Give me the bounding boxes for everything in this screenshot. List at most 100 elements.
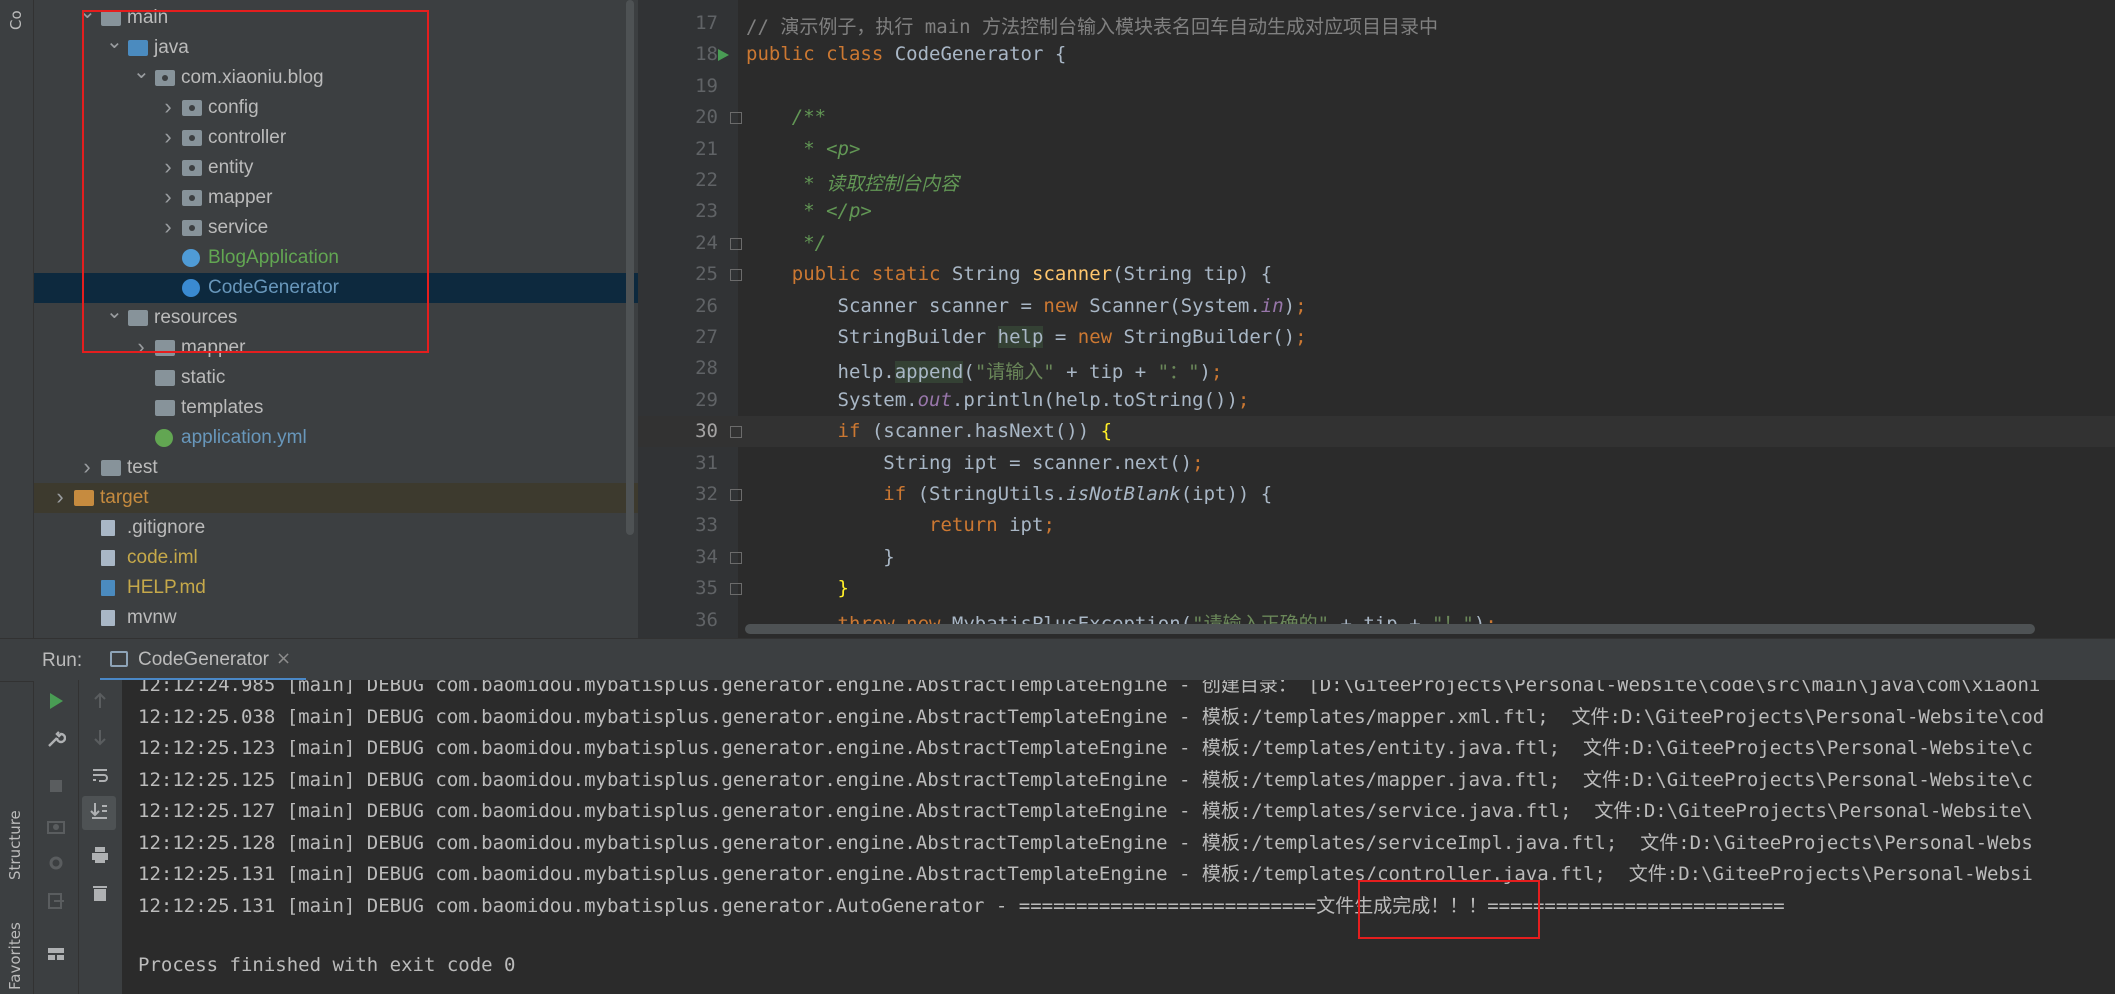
console-line: 12:12:25.038 [main] DEBUG com.baomidou.m… xyxy=(138,705,2045,728)
line-number: 28 xyxy=(695,357,718,380)
markdown-file-icon xyxy=(101,580,115,596)
rerun-icon[interactable] xyxy=(42,690,70,718)
code-line[interactable]: 35 } xyxy=(638,573,2115,604)
console-line: 12:12:25.125 [main] DEBUG com.baomidou.m… xyxy=(138,768,2033,791)
code-line[interactable]: 26 Scanner scanner = new Scanner(System.… xyxy=(638,291,2115,322)
tree-item-label: target xyxy=(100,487,149,508)
code-text: */ xyxy=(746,231,827,254)
soft-wrap-icon[interactable] xyxy=(86,764,114,792)
fold-marker-icon[interactable] xyxy=(730,269,742,282)
file-icon xyxy=(101,550,115,566)
code-line[interactable]: 22 * 读取控制台内容 xyxy=(638,165,2115,196)
print-icon[interactable] xyxy=(86,844,114,872)
console-line: 12:12:25.128 [main] DEBUG com.baomidou.m… xyxy=(138,831,2033,854)
tree-item-application-yml[interactable]: application.yml xyxy=(34,423,638,453)
tree-item-templates[interactable]: templates xyxy=(34,393,638,423)
up-arrow-icon[interactable] xyxy=(86,690,114,718)
chevron-right-icon[interactable]: › xyxy=(52,483,68,513)
code-line[interactable]: 17 // 演示例子，执行 main 方法控制台输入模块表名回车自动生成对应项目目… xyxy=(638,8,2115,39)
line-number: 21 xyxy=(695,137,718,160)
line-number: 19 xyxy=(695,74,718,97)
fold-marker-icon[interactable] xyxy=(730,112,742,125)
tree-item-static[interactable]: static xyxy=(34,363,638,393)
code-text: String ipt = scanner.next(); xyxy=(746,451,1204,474)
exit-icon[interactable] xyxy=(42,890,70,918)
code-line[interactable]: 23 * </p> xyxy=(638,196,2115,227)
code-line[interactable]: 34 } xyxy=(638,542,2115,573)
tree-item-target[interactable]: › target xyxy=(34,483,638,513)
console-line: 12:12:25.131 [main] DEBUG com.baomidou.m… xyxy=(138,863,2033,885)
fold-marker-icon[interactable] xyxy=(730,583,742,596)
code-line[interactable]: 32 if (StringUtils.isNotBlank(ipt)) { xyxy=(638,479,2115,510)
code-line[interactable]: 20 /** xyxy=(638,102,2115,133)
code-line[interactable]: 24 */ xyxy=(638,228,2115,259)
yml-file-icon xyxy=(155,429,173,447)
line-number: 35 xyxy=(695,577,718,600)
code-line[interactable]: 27 StringBuilder help = new StringBuilde… xyxy=(638,322,2115,353)
code-line[interactable]: 29 System.out.println(help.toString()); xyxy=(638,385,2115,416)
code-text: * </p> xyxy=(746,200,872,223)
code-text: if (StringUtils.isNotBlank(ipt)) { xyxy=(883,483,1273,505)
excluded-folder-icon xyxy=(74,490,94,506)
camera-icon[interactable] xyxy=(42,814,70,842)
code-line[interactable]: 31 String ipt = scanner.next(); xyxy=(638,448,2115,479)
code-text: if (scanner.hasNext()) { xyxy=(837,420,1113,443)
line-number: 26 xyxy=(695,294,718,317)
fold-marker-icon[interactable] xyxy=(730,426,742,439)
editor-horizontal-scrollbar[interactable] xyxy=(745,624,2035,634)
highlight-box-completion-message xyxy=(1358,880,1540,939)
console-line: 12:12:24.985 [main] DEBUG com.baomidou.m… xyxy=(138,680,2041,696)
fold-marker-icon[interactable] xyxy=(730,489,742,501)
code-line[interactable]: 30 if (scanner.hasNext()) { xyxy=(638,416,2115,448)
chevron-right-icon[interactable]: › xyxy=(79,453,95,483)
line-number: 31 xyxy=(695,451,718,474)
code-line[interactable]: 33 return ipt; xyxy=(638,510,2115,541)
code-text: Scanner scanner = new Scanner(System.in)… xyxy=(746,294,1307,317)
tree-item--gitignore[interactable]: .gitignore xyxy=(34,513,638,543)
line-number: 32 xyxy=(695,483,718,505)
fold-marker-icon[interactable] xyxy=(730,237,742,250)
tree-item-label: templates xyxy=(181,397,264,418)
layout-icon[interactable] xyxy=(42,942,70,970)
scroll-to-end-icon[interactable] xyxy=(82,796,116,830)
tree-item-mvnw[interactable]: mvnw xyxy=(34,603,638,633)
tab-codegenerator[interactable]: CodeGenerator × xyxy=(100,639,306,681)
code-line[interactable]: 19 xyxy=(638,71,2115,102)
code-line[interactable]: 28 help.append("请输入" + tip + "："); xyxy=(638,353,2115,384)
tree-item-label: application.yml xyxy=(181,427,307,448)
project-scrollbar[interactable] xyxy=(626,0,634,535)
line-number: 23 xyxy=(695,200,718,223)
code-text: * <p> xyxy=(746,137,861,160)
structure-tool-label[interactable]: Structure xyxy=(6,810,24,880)
tree-item-code-iml[interactable]: code.iml xyxy=(34,543,638,573)
close-icon[interactable]: × xyxy=(276,648,291,669)
code-text: // 演示例子，执行 main 方法控制台输入模块表名回车自动生成对应项目目录中 xyxy=(746,16,1438,38)
highlight-box-package-tree xyxy=(82,10,429,353)
stop-icon[interactable] xyxy=(42,774,70,802)
code-text: * 读取控制台内容 xyxy=(746,173,960,195)
tree-item-test[interactable]: › test xyxy=(34,453,638,483)
code-text: } xyxy=(837,577,849,600)
line-number: 17 xyxy=(695,12,718,34)
code-line[interactable]: 21 * <p> xyxy=(638,134,2115,165)
line-number: 18 xyxy=(695,43,718,66)
console-line: Process finished with exit code 0 xyxy=(138,953,516,976)
settings-icon[interactable] xyxy=(42,852,70,880)
tree-item-label: test xyxy=(127,457,158,478)
code-text: help.append("请输入" + tip + "："); xyxy=(746,361,1223,384)
line-number: 27 xyxy=(695,326,718,348)
console-output[interactable]: 12:12:24.985 [main] DEBUG com.baomidou.m… xyxy=(122,680,2115,994)
project-tool-label[interactable]: Co xyxy=(7,10,25,30)
trash-icon[interactable] xyxy=(86,882,114,910)
code-editor[interactable]: 17 // 演示例子，执行 main 方法控制台输入模块表名回车自动生成对应项目目… xyxy=(638,0,2115,638)
file-icon xyxy=(101,610,115,626)
tree-item-help-md[interactable]: HELP.md xyxy=(34,573,638,603)
favorites-tool-label[interactable]: Favorites xyxy=(6,922,24,990)
wrench-icon[interactable] xyxy=(42,728,70,756)
fold-marker-icon[interactable] xyxy=(730,551,742,564)
code-line[interactable]: 25 public static String scanner(String t… xyxy=(638,259,2115,290)
line-number: 22 xyxy=(695,169,718,191)
down-arrow-icon[interactable] xyxy=(86,726,114,754)
run-gutter-icon[interactable] xyxy=(716,46,730,68)
code-line[interactable]: 18 public class CodeGenerator { xyxy=(638,39,2115,70)
